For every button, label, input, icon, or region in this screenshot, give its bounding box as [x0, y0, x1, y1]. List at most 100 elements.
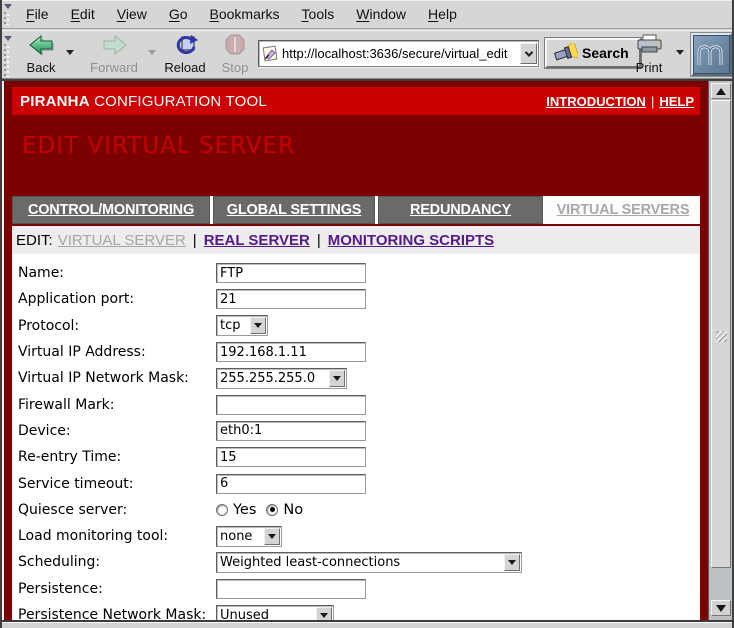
tab-bar: CONTROL/MONITORING GLOBAL SETTINGS REDUNDA…: [12, 196, 700, 224]
device-label: Device:: [15, 423, 216, 439]
selected-value: Unused: [217, 608, 316, 621]
subnav-current-virtual-server: VIRTUAL SERVER: [58, 232, 186, 249]
reload-button[interactable]: Reload: [160, 32, 210, 77]
edit-subnav: EDIT: VIRTUAL SERVER | REAL SERVER | MON…: [12, 226, 700, 254]
real-server-link[interactable]: REAL SERVER: [204, 232, 310, 249]
search-button[interactable]: Search: [545, 38, 641, 68]
tab-control-monitoring[interactable]: CONTROL/MONITORING: [12, 196, 210, 224]
forward-label: Forward: [90, 61, 138, 74]
persistence-label: Persistence:: [15, 581, 216, 597]
form-row-service-timeout: Service timeout:: [15, 470, 700, 496]
help-link[interactable]: HELP: [659, 94, 694, 109]
protocol-label: Protocol:: [15, 318, 216, 334]
grip-dots: [4, 12, 11, 25]
scrollbar-thumb[interactable]: [711, 100, 731, 568]
toolbar-grip-handle[interactable]: [3, 34, 14, 78]
triangle-down-icon: [320, 613, 328, 618]
form-row-application-port: Application port:: [15, 286, 700, 312]
service-timeout-input[interactable]: [216, 474, 366, 494]
name-input[interactable]: [216, 263, 366, 283]
virtual-ip-network-mask-select[interactable]: 255.255.255.0: [216, 368, 347, 389]
selected-value: tcp: [217, 318, 250, 333]
back-button[interactable]: Back: [18, 32, 64, 77]
dropdown-button[interactable]: [316, 607, 332, 621]
menu-item-go[interactable]: Go: [158, 6, 199, 22]
window-bottom-edge: [0, 620, 734, 628]
stop-icon: [225, 34, 245, 56]
tab-global-settings[interactable]: GLOBAL SETTINGS: [213, 196, 375, 224]
load-monitoring-tool-select[interactable]: none: [216, 526, 282, 547]
form-row-scheduling: Scheduling:Weighted least-connections: [15, 549, 700, 575]
navigation-toolbar: Back Forward Reload Stop: [2, 30, 732, 79]
app-title-rest: CONFIGURATION TOOL: [90, 93, 267, 110]
load-monitoring-tool-label: Load monitoring tool:: [15, 528, 216, 544]
url-input[interactable]: [279, 46, 520, 61]
tab-label: REDUNDANCY: [410, 202, 511, 218]
persistence-input[interactable]: [216, 579, 366, 599]
piranha-header-bar: PIRANHA CONFIGURATION TOOL INTRODUCTION|…: [12, 87, 700, 115]
selected-value: none: [217, 529, 264, 544]
virtual-ip-address-input[interactable]: [216, 342, 366, 362]
introduction-link[interactable]: INTRODUCTION: [546, 94, 646, 109]
scrollbar-down-button[interactable]: [711, 600, 731, 616]
dropdown-button[interactable]: [329, 370, 345, 387]
persistence-network-mask-select[interactable]: Unused: [216, 605, 334, 621]
menu-item-file[interactable]: File: [15, 6, 60, 22]
search-label: Search: [582, 45, 629, 61]
firewall-mark-label: Firewall Mark:: [15, 397, 216, 413]
page-title-band: EDIT VIRTUAL SERVER: [12, 115, 700, 193]
tab-label: CONTROL/MONITORING: [28, 202, 194, 218]
menu-item-help[interactable]: Help: [417, 6, 468, 22]
menubar-grip-handle[interactable]: [3, 2, 14, 26]
browser-window: FileEditViewGoBookmarksToolsWindowHelp B…: [0, 0, 734, 628]
form-row-virtual-ip-network-mask: Virtual IP Network Mask:255.255.255.0: [15, 365, 700, 391]
tab-virtual-servers[interactable]: VIRTUAL SERVERS: [546, 196, 700, 224]
name-label: Name:: [15, 265, 216, 281]
menu-item-tools[interactable]: Tools: [291, 6, 346, 22]
menu-item-bookmarks[interactable]: Bookmarks: [199, 6, 291, 22]
protocol-select[interactable]: tcp: [216, 315, 268, 336]
mozilla-logo[interactable]: [691, 33, 732, 76]
back-dropdown-arrow[interactable]: [66, 50, 74, 55]
form-row-virtual-ip-address: Virtual IP Address:: [15, 339, 700, 365]
dropdown-button[interactable]: [504, 554, 520, 571]
collapse-arrow-icon: [4, 4, 12, 9]
menu-item-edit[interactable]: Edit: [60, 6, 106, 22]
quiesce-server-yes-radio[interactable]: [216, 504, 228, 516]
quiesce-server-no-radio[interactable]: [266, 504, 278, 516]
firewall-mark-input[interactable]: [216, 395, 366, 415]
scrollbar-up-button[interactable]: [711, 83, 731, 99]
form-row-protocol: Protocol:tcp: [15, 313, 700, 339]
piranha-content: PIRANHA CONFIGURATION TOOL INTRODUCTION|…: [12, 87, 700, 620]
page-title: EDIT VIRTUAL SERVER: [22, 133, 295, 159]
subnav-prefix: EDIT:: [16, 232, 53, 249]
monitoring-scripts-link[interactable]: MONITORING SCRIPTS: [328, 232, 494, 249]
vertical-scrollbar[interactable]: [708, 79, 732, 620]
radio-label: No: [283, 502, 303, 518]
print-icon: [636, 34, 663, 54]
application-port-input[interactable]: [216, 289, 366, 309]
page-viewport: PIRANHA CONFIGURATION TOOL INTRODUCTION|…: [2, 79, 708, 620]
dropdown-button[interactable]: [250, 317, 266, 334]
re-entry-time-input[interactable]: [216, 447, 366, 467]
tab-redundancy[interactable]: REDUNDANCY: [378, 196, 543, 224]
header-links: INTRODUCTION|HELP: [546, 94, 694, 109]
scheduling-select[interactable]: Weighted least-connections: [216, 552, 522, 573]
device-input[interactable]: [216, 421, 366, 441]
stop-button[interactable]: Stop: [217, 32, 253, 77]
menu-item-window[interactable]: Window: [345, 6, 417, 22]
print-dropdown-arrow[interactable]: [676, 50, 684, 55]
forward-button[interactable]: Forward: [85, 32, 143, 77]
app-title-strong: PIRANHA: [20, 93, 90, 110]
url-dropdown-button[interactable]: [520, 43, 537, 64]
form-row-device: Device:: [15, 418, 700, 444]
menu-item-view[interactable]: View: [106, 6, 158, 22]
forward-dropdown-arrow[interactable]: [148, 50, 156, 55]
menu-bar: FileEditViewGoBookmarksToolsWindowHelp: [2, 0, 732, 29]
url-bar[interactable]: [258, 40, 539, 67]
dropdown-button[interactable]: [264, 528, 280, 545]
app-title: PIRANHA CONFIGURATION TOOL: [20, 93, 267, 110]
print-button[interactable]: Print: [628, 32, 670, 77]
print-label: Print: [636, 61, 663, 74]
tab-label: GLOBAL SETTINGS: [227, 202, 362, 218]
